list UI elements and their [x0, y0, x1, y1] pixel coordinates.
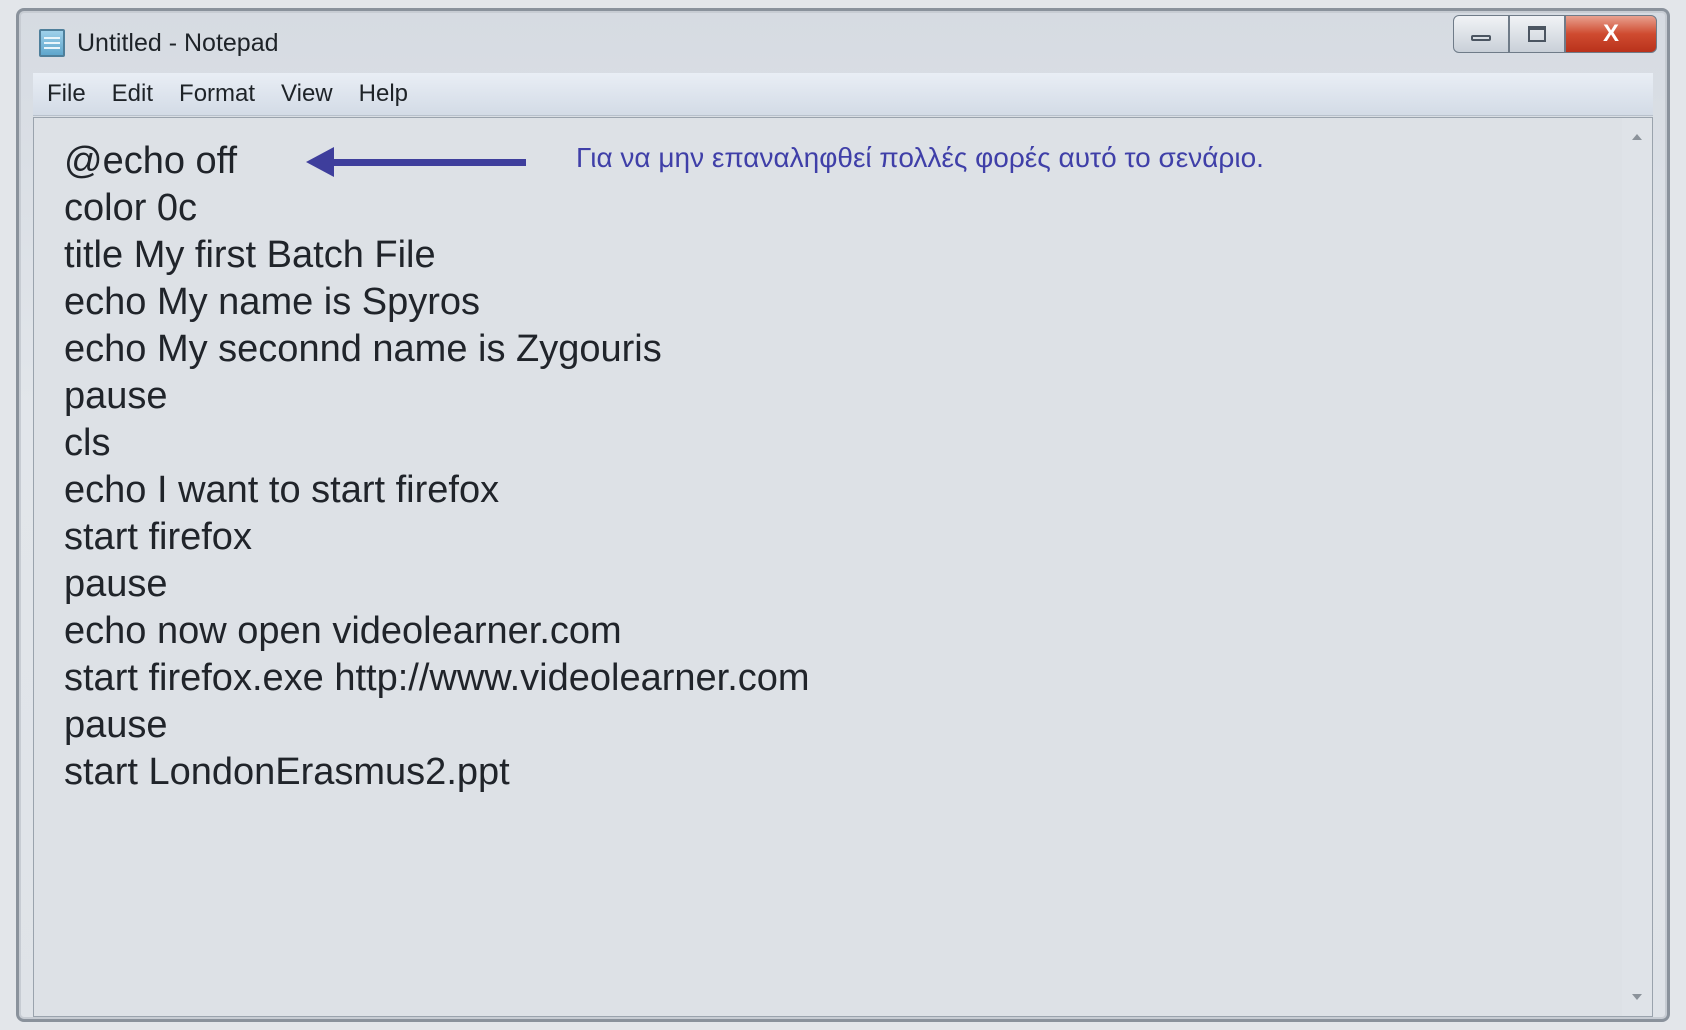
menu-format[interactable]: Format: [166, 80, 268, 108]
menu-help[interactable]: Help: [346, 80, 421, 108]
left-arrow-icon: [306, 146, 526, 177]
menu-view[interactable]: View: [268, 80, 346, 108]
editor-line: pause: [64, 704, 168, 746]
editor-line: cls: [64, 422, 111, 464]
window-controls: X: [1453, 15, 1657, 55]
text-editor[interactable]: @echo off color 0c title My first Batch …: [33, 117, 1653, 1017]
editor-line: pause: [64, 563, 168, 605]
editor-text-area[interactable]: @echo off color 0c title My first Batch …: [64, 138, 1592, 996]
editor-line: color 0c: [64, 187, 198, 229]
editor-line: echo I want to start firefox: [64, 469, 500, 511]
menu-bar: File Edit Format View Help: [33, 73, 1653, 116]
close-icon: X: [1602, 20, 1619, 47]
close-button[interactable]: X: [1565, 15, 1657, 53]
menu-file[interactable]: File: [33, 80, 99, 108]
minimize-icon: [1471, 35, 1491, 41]
maximize-button[interactable]: [1509, 15, 1565, 53]
editor-line: start firefox: [64, 516, 252, 558]
editor-line: start firefox.exe http://www.videolearne…: [64, 657, 810, 699]
annotation-callout: Για να μην επαναληφθεί πολλές φορές αυτό…: [306, 138, 1264, 185]
editor-line: start LondonErasmus2.ppt: [64, 751, 510, 793]
maximize-icon: [1528, 26, 1546, 42]
menu-edit[interactable]: Edit: [99, 80, 166, 108]
notepad-icon[interactable]: [39, 29, 65, 57]
notepad-window: Untitled - Notepad X File Edit Format Vi…: [16, 8, 1670, 1022]
scroll-up-icon[interactable]: [1632, 134, 1642, 140]
vertical-scrollbar[interactable]: [1622, 118, 1652, 1016]
title-bar[interactable]: Untitled - Notepad X: [19, 11, 1667, 71]
editor-line: echo My name is Spyros: [64, 281, 481, 323]
window-title: Untitled - Notepad: [77, 29, 279, 57]
editor-line: echo My seconnd name is Zygouris: [64, 328, 662, 370]
annotation-text: Για να μην επαναληφθεί πολλές φορές αυτό…: [576, 141, 1264, 173]
editor-line: title My first Batch File: [64, 234, 436, 276]
scroll-down-icon[interactable]: [1632, 994, 1642, 1000]
editor-line: echo now open videolearner.com: [64, 610, 622, 652]
minimize-button[interactable]: [1453, 15, 1509, 53]
editor-line: pause: [64, 375, 168, 417]
